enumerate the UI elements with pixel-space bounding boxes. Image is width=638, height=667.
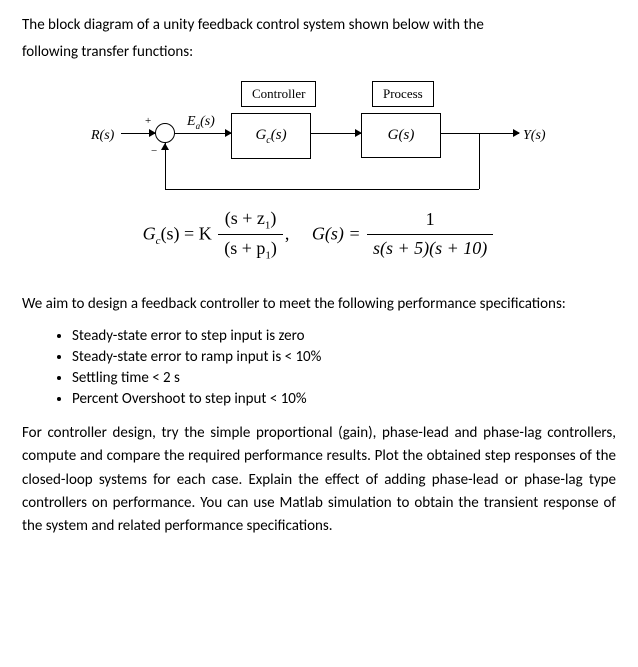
arrow-into-gc bbox=[225, 129, 232, 137]
feedback-horiz bbox=[165, 189, 479, 190]
intro-line-2: following transfer functions: bbox=[22, 41, 616, 64]
spec-item-2: Steady-state error to ramp input is < 10… bbox=[72, 347, 616, 368]
arrow-feedback-up bbox=[161, 143, 169, 150]
line-gc-to-g bbox=[311, 133, 361, 134]
signal-R: R(s) bbox=[91, 125, 114, 147]
controller-block: Gc(s) bbox=[231, 113, 311, 160]
block-diagram: Controller Process R(s) Ea(s) Y(s) + − G… bbox=[79, 81, 559, 181]
arrow-into-sum bbox=[149, 129, 156, 137]
summer-plus: + bbox=[145, 113, 151, 130]
intro-line-1: The block diagram of a unity feedback co… bbox=[22, 14, 616, 37]
summing-junction bbox=[155, 123, 175, 143]
process-block: G(s) bbox=[361, 113, 441, 158]
spec-item-1: Steady-state error to step input is zero bbox=[72, 326, 616, 347]
spec-list: Steady-state error to step input is zero… bbox=[22, 326, 616, 410]
process-label: Process bbox=[372, 81, 434, 107]
spec-item-3: Settling time < 2 s bbox=[72, 368, 616, 389]
summer-minus: − bbox=[151, 143, 157, 160]
signal-Y: Y(s) bbox=[523, 125, 546, 147]
closing-paragraph: For controller design, try the simple pr… bbox=[22, 422, 616, 538]
feedback-down bbox=[479, 133, 480, 189]
line-g-to-y bbox=[441, 133, 519, 134]
line-sum-to-gc bbox=[175, 133, 231, 134]
intro-text: The block diagram of a unity feedback co… bbox=[22, 14, 616, 65]
spec-item-4: Percent Overshoot to step input < 10% bbox=[72, 389, 616, 410]
signal-E: Ea(s) bbox=[187, 111, 215, 134]
arrow-into-g bbox=[355, 129, 362, 137]
arrow-out-y bbox=[513, 129, 520, 137]
aim-paragraph: We aim to design a feedback controller t… bbox=[22, 293, 616, 316]
controller-label: Controller bbox=[241, 81, 316, 107]
transfer-function-equations: Gc(s) = K (s + z1) (s + p1) , G(s) = 1 s… bbox=[22, 205, 616, 265]
